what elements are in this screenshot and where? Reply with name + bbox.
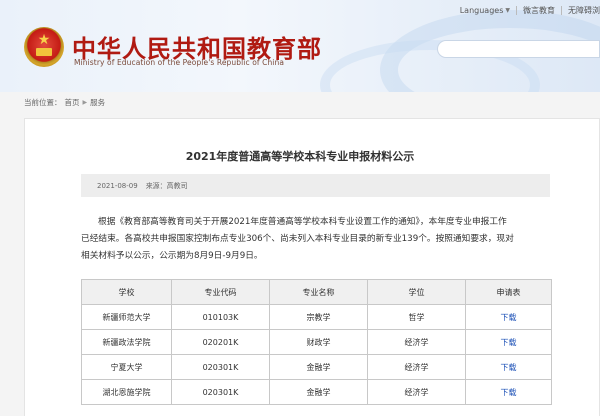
- code-cell: 020301K: [171, 354, 270, 380]
- column-header-degree: 学位: [367, 279, 466, 305]
- breadcrumb-service[interactable]: 服务: [90, 97, 105, 108]
- paragraph-line: 根据《教育部高等教育司关于开展2021年度普通高等学校本科专业设置工作的通知》，…: [98, 217, 507, 227]
- table-row: 湖北恩施学院 020301K 金融学 经济学 下载: [81, 379, 552, 405]
- school-cell: 新疆师范大学: [81, 304, 172, 330]
- column-header-school: 学校: [81, 279, 172, 305]
- download-link[interactable]: 下载: [465, 329, 552, 355]
- column-header-code: 专业代码: [171, 279, 270, 305]
- chevron-right-icon: ▶: [82, 99, 88, 106]
- code-cell: 020301K: [171, 379, 270, 405]
- majors-table: 学校 专业代码 专业名称 学位 申请表 新疆师范大学 010103K 宗教学 哲…: [81, 279, 552, 405]
- chevron-down-icon: ▼: [505, 6, 510, 14]
- national-emblem-icon[interactable]: ★: [24, 27, 64, 67]
- breadcrumb-home[interactable]: 首页: [65, 97, 80, 108]
- degree-cell: 经济学: [367, 379, 466, 405]
- accessibility-link[interactable]: 无障碍浏: [568, 5, 600, 16]
- code-cell: 010103K: [171, 304, 270, 330]
- degree-cell: 经济学: [367, 329, 466, 355]
- article-date: 2021-08-09: [97, 181, 138, 190]
- article-title: 2021年度普通高等学校本科专业申报材料公示: [185, 150, 415, 163]
- language-label: Languages: [459, 5, 504, 15]
- major-cell: 金融学: [269, 354, 368, 380]
- weibo-link[interactable]: 微言教育: [523, 5, 555, 16]
- breadcrumb: 当前位置： 首页 ▶ 服务: [24, 97, 105, 108]
- language-menu[interactable]: Languages ▼: [460, 6, 510, 15]
- site-subtitle: Ministry of Education of the People's Re…: [74, 58, 285, 67]
- table-row: 宁夏大学 020301K 金融学 经济学 下载: [81, 354, 552, 380]
- article-source: 来源：高教司: [145, 181, 188, 190]
- degree-cell: 经济学: [367, 354, 466, 380]
- download-link[interactable]: 下载: [465, 304, 552, 330]
- column-header-form: 申请表: [465, 279, 552, 305]
- school-cell: 新疆政法学院: [81, 329, 172, 355]
- breadcrumb-label: 当前位置：: [24, 98, 62, 107]
- download-link[interactable]: 下载: [465, 379, 552, 405]
- table-row: 新疆师范大学 010103K 宗教学 哲学 下载: [81, 304, 552, 330]
- major-cell: 财政学: [269, 329, 368, 355]
- table-row: 新疆政法学院 020201K 财政学 经济学 下载: [81, 329, 552, 355]
- download-link[interactable]: 下载: [465, 354, 552, 380]
- paragraph-line: 相关材料予以公示，公示期为8月9日-9月9日。: [81, 251, 263, 261]
- school-cell: 湖北恩施学院: [81, 379, 172, 405]
- code-cell: 020201K: [171, 329, 270, 355]
- column-header-major: 专业名称: [269, 279, 368, 305]
- search-input[interactable]: [437, 40, 600, 58]
- paragraph-line: 已经结束。各高校共申报国家控制布点专业306个、尚未列入本科专业目录的新专业13…: [81, 234, 514, 244]
- school-cell: 宁夏大学: [81, 354, 172, 380]
- degree-cell: 哲学: [367, 304, 466, 330]
- major-cell: 宗教学: [269, 304, 368, 330]
- article-body: 根据《教育部高等教育司关于开展2021年度普通高等学校本科专业设置工作的通知》，…: [81, 214, 581, 265]
- divider: [516, 5, 517, 15]
- major-cell: 金融学: [269, 379, 368, 405]
- article-meta: 2021-08-09 来源：高教司: [81, 174, 550, 197]
- divider: [561, 5, 562, 15]
- top-links: Languages ▼ 微言教育 无障碍浏: [460, 3, 600, 17]
- table-header-row: 学校 专业代码 专业名称 学位 申请表: [81, 279, 552, 305]
